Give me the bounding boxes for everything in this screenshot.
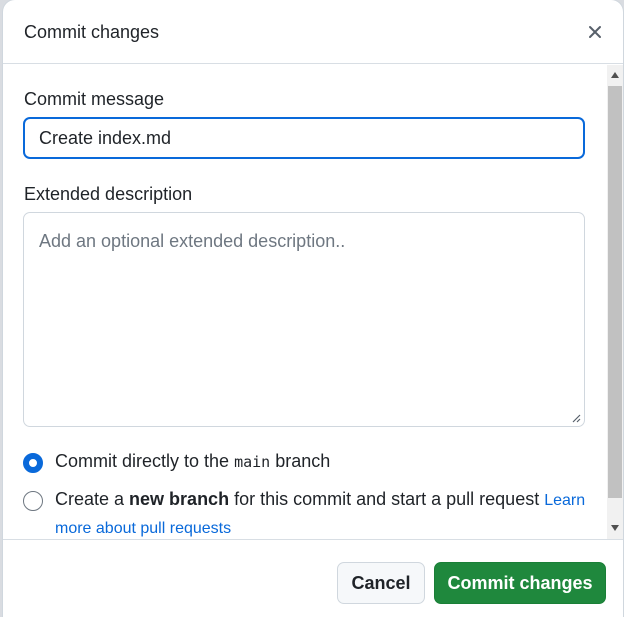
dialog-scrollbar[interactable] <box>607 65 623 539</box>
new-branch-option[interactable]: Create a new branch for this commit and … <box>23 489 593 539</box>
close-icon[interactable] <box>587 24 603 40</box>
close-button[interactable] <box>583 20 607 44</box>
dialog-header: Commit changes <box>3 0 623 64</box>
scroll-thumb[interactable] <box>608 86 622 498</box>
dialog-body: Commit message Create index.md Extended … <box>3 65 607 539</box>
dialog-footer: Cancel Commit changes <box>3 539 623 617</box>
scroll-up-icon[interactable] <box>611 72 619 78</box>
commit-direct-prefix: Commit directly to the <box>55 451 235 471</box>
commit-direct-text: Commit directly to the main branch <box>55 451 330 472</box>
commit-dialog: Commit changes Commit message Create ind… <box>3 0 623 617</box>
learn-more-link-line2[interactable]: more about pull requests <box>55 520 231 537</box>
extended-description-placeholder: Add an optional extended description.. <box>39 231 346 251</box>
commit-changes-button[interactable]: Commit changes <box>434 562 606 604</box>
branch-name: main <box>234 453 271 471</box>
learn-more-link-line1[interactable]: Learn <box>544 492 585 509</box>
new-branch-radio[interactable] <box>23 491 43 511</box>
new-branch-text: Create a new branch for this commit and … <box>55 486 585 539</box>
scroll-down-icon[interactable] <box>611 525 619 531</box>
extended-description-textarea[interactable]: Add an optional extended description.. <box>23 212 585 427</box>
cancel-button[interactable]: Cancel <box>337 562 425 604</box>
commit-direct-option[interactable]: Commit directly to the main branch <box>23 451 330 473</box>
commit-message-input[interactable]: Create index.md <box>23 117 585 159</box>
extended-description-label: Extended description <box>24 184 193 204</box>
commit-message-label: Commit message <box>24 89 165 109</box>
resize-grip-icon[interactable] <box>571 413 581 423</box>
dialog-title: Commit changes <box>24 22 160 42</box>
new-branch-bold: new branch <box>129 489 230 509</box>
commit-direct-radio[interactable] <box>23 453 43 473</box>
new-branch-prefix: Create a <box>55 489 130 509</box>
commit-direct-suffix: branch <box>270 451 331 471</box>
new-branch-suffix: for this commit and start a pull request <box>229 489 545 509</box>
